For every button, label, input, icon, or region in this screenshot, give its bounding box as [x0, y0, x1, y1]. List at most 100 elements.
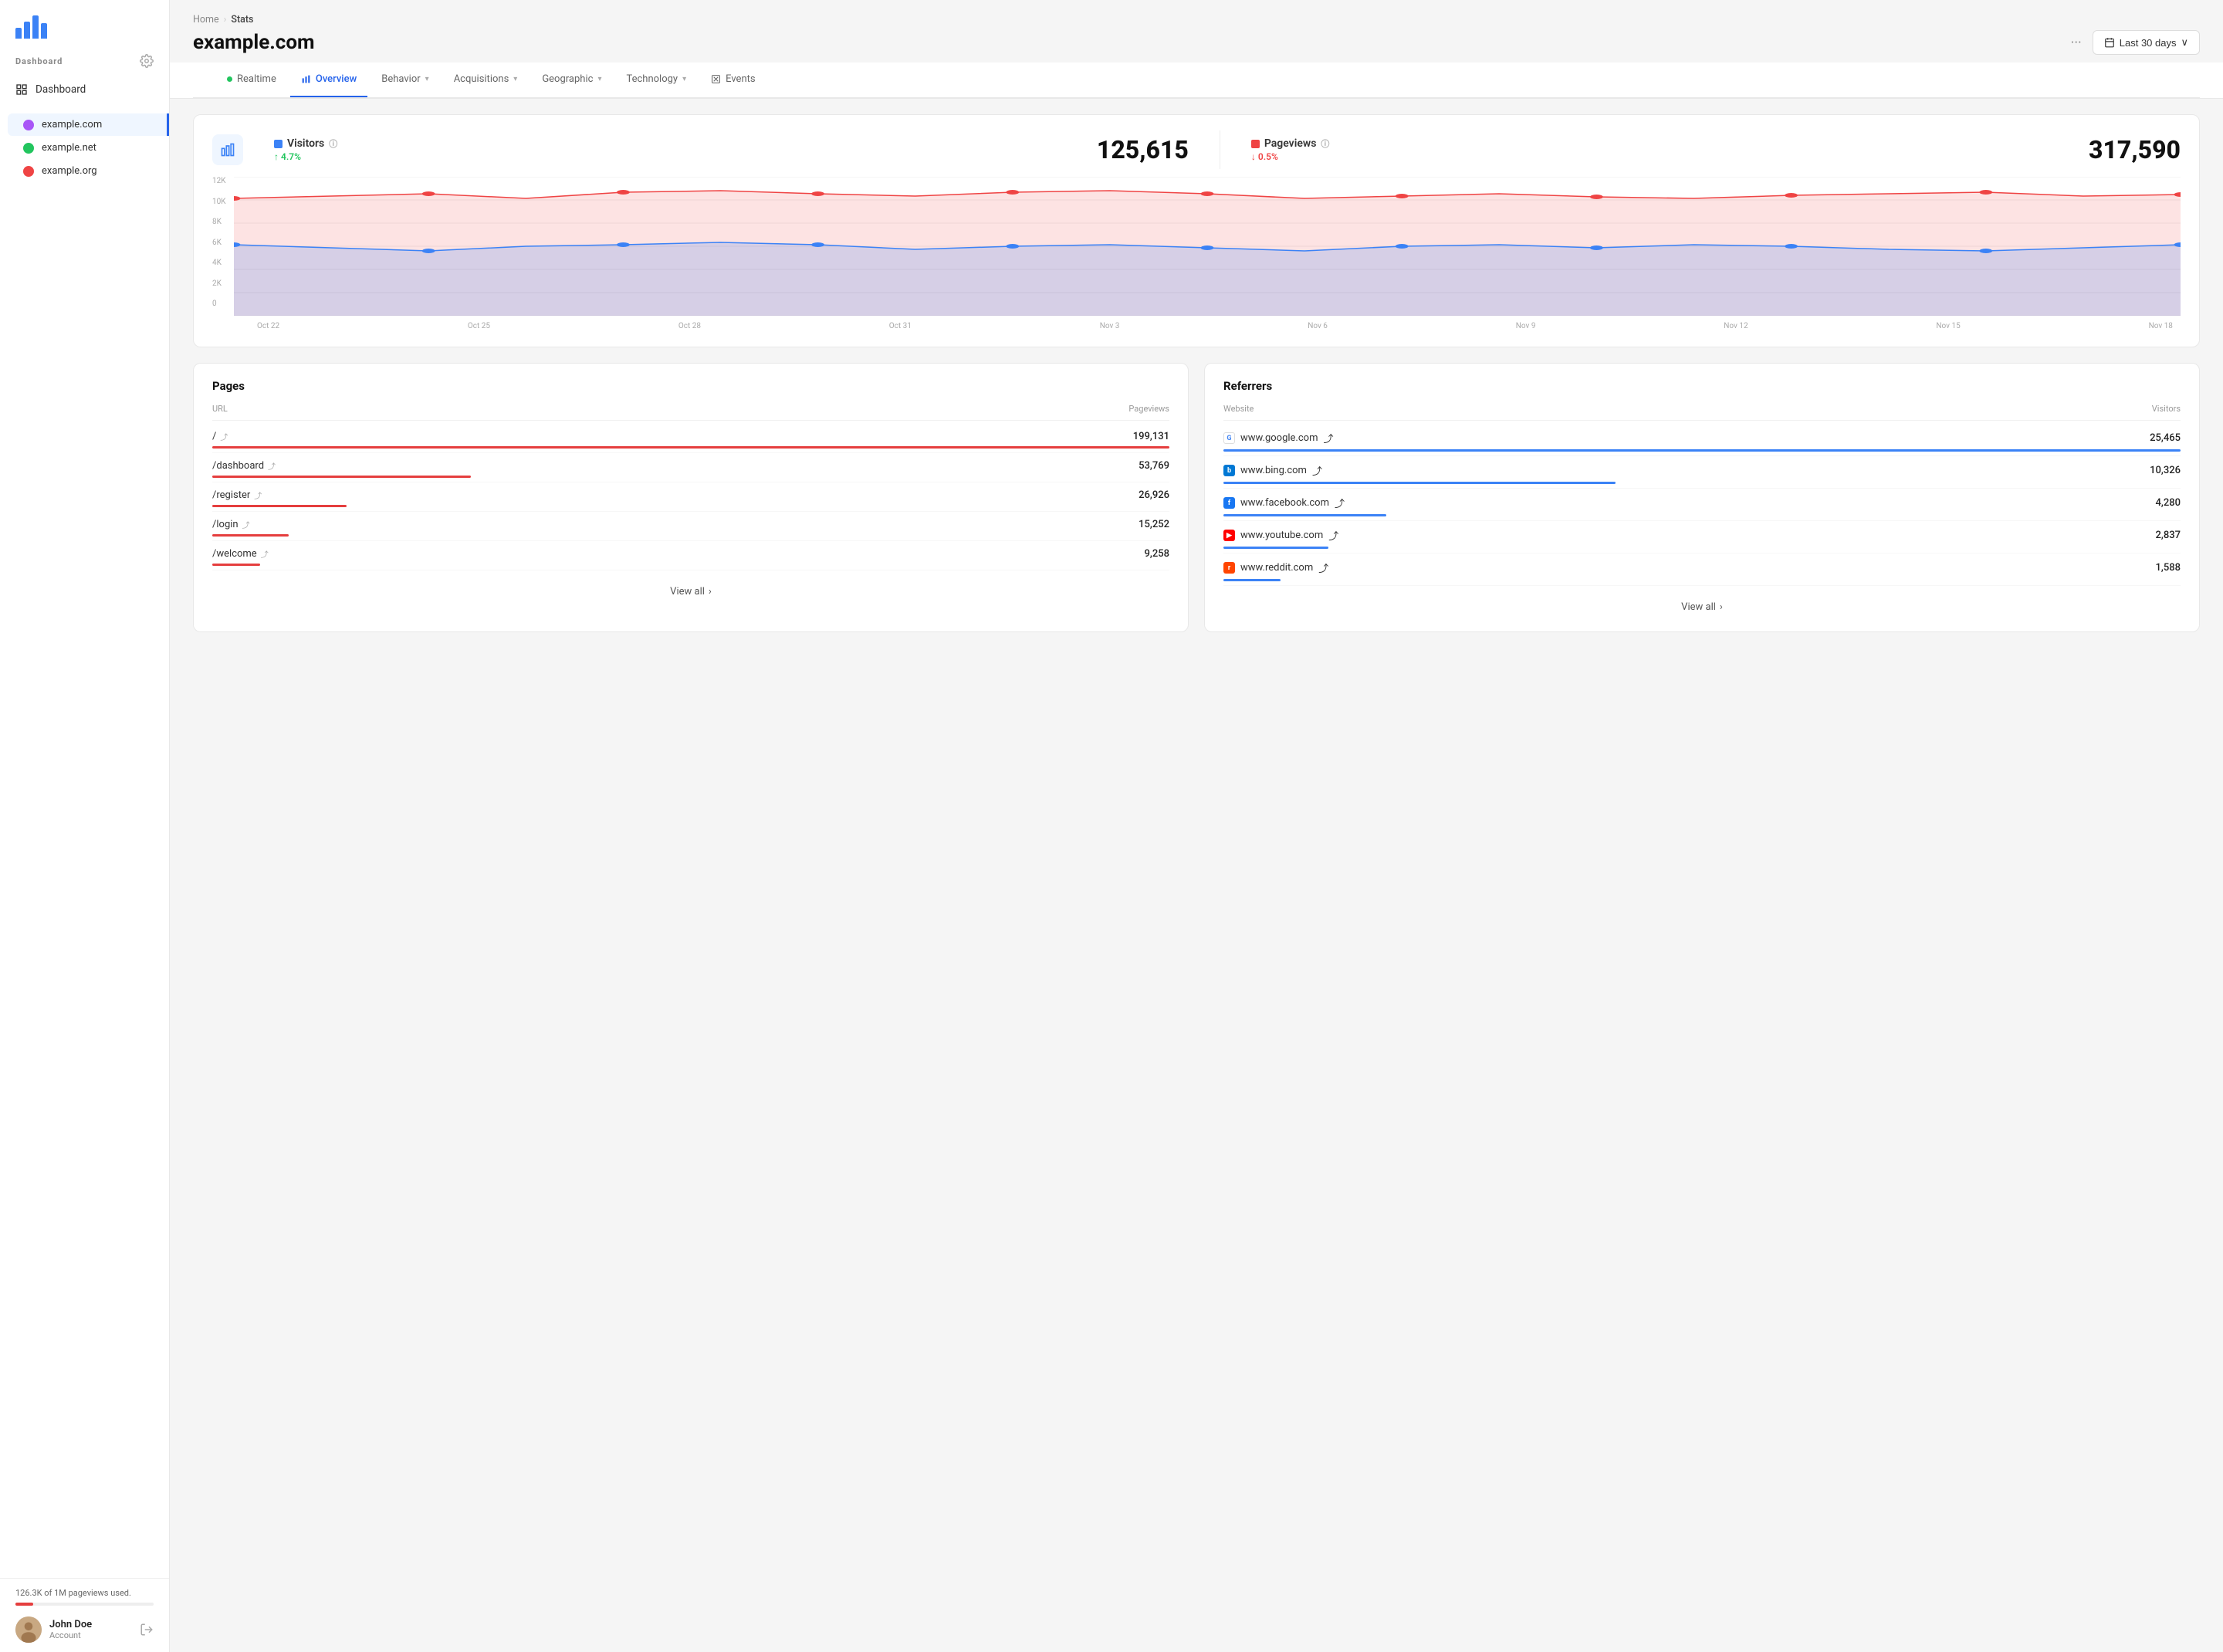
table-row: /welcome ⤴ 9,258: [212, 541, 1169, 570]
tab-events[interactable]: Events: [700, 63, 766, 97]
chart-x-label: Nov 12: [1724, 322, 1748, 330]
pages-view-all-btn[interactable]: View all ›: [670, 586, 712, 597]
ext-link-icon: ⤴: [1335, 496, 1345, 510]
visitors-info-icon[interactable]: ⓘ: [329, 137, 337, 150]
site-name: www.youtube.com: [1240, 530, 1323, 541]
pageviews-metric: Pageviews ⓘ ↓ 0.5%: [1251, 137, 1330, 162]
y-label-6k: 6K: [212, 239, 234, 247]
y-label-12k: 12K: [212, 177, 234, 185]
referrer-site[interactable]: ▶ www.youtube.com ⤴: [1223, 528, 1338, 543]
pageviews-label: Pageviews ⓘ: [1251, 137, 1330, 150]
sidebar-item-example-net[interactable]: example.net: [8, 137, 161, 159]
sidebar-item-example-org[interactable]: example.org: [8, 160, 161, 182]
realtime-dot: [227, 76, 232, 82]
site-list: example.com example.net example.org: [0, 113, 169, 182]
referrers-card: Referrers Website Visitors G www.google.…: [1204, 363, 2200, 632]
referrer-bar: [1223, 514, 1386, 516]
menu-header: Dashboard: [0, 46, 169, 74]
usage-text: 126.3K of 1M pageviews used.: [15, 1588, 154, 1598]
page-value: 26,926: [1139, 489, 1169, 501]
referrers-view-all-btn[interactable]: View all ›: [1681, 601, 1723, 613]
pages-col-url: URL: [212, 404, 228, 414]
user-profile[interactable]: John Doe Account: [15, 1616, 154, 1643]
settings-icon[interactable]: [140, 54, 154, 68]
referrer-site[interactable]: G www.google.com ⤴: [1223, 431, 1334, 445]
site-name: www.reddit.com: [1240, 562, 1313, 574]
pageviews-change: ↓ 0.5%: [1251, 151, 1330, 162]
page-url[interactable]: /register ⤴: [212, 489, 262, 501]
data-row-top: /login ⤴ 15,252: [212, 519, 1169, 530]
page-bar: [212, 476, 471, 478]
url-text: /register: [212, 489, 250, 501]
tab-label: Overview: [316, 73, 357, 85]
tab-label: Realtime: [237, 73, 276, 85]
visitors-label-text: Visitors: [287, 137, 324, 150]
page-value: 9,258: [1145, 548, 1169, 560]
page-url[interactable]: / ⤴: [212, 431, 228, 442]
pages-view-all-arrow: ›: [709, 586, 712, 597]
user-role: Account: [49, 1630, 132, 1640]
ext-link-icon: ⤴: [220, 431, 228, 442]
tabs-container: Realtime Overview Behavior▾Acquisitions▾Ge…: [170, 63, 2223, 99]
page-value: 199,131: [1133, 431, 1169, 442]
tab-chevron: ▾: [597, 75, 601, 83]
date-range-button[interactable]: Last 30 days ∨: [2093, 30, 2200, 55]
chart-x-label: Oct 28: [678, 322, 701, 330]
dashboard-label: Dashboard: [36, 83, 86, 96]
date-range-label: Last 30 days: [2120, 37, 2177, 49]
ext-link-icon: ⤴: [1312, 463, 1322, 478]
site-name: www.facebook.com: [1240, 497, 1329, 509]
sidebar-item-dashboard[interactable]: Dashboard: [8, 77, 161, 102]
y-label-8k: 8K: [212, 218, 234, 226]
content-area: Visitors ⓘ ↑ 4.7% 125,615 Pageviews ⓘ: [170, 99, 2223, 648]
referrer-site[interactable]: b www.bing.com ⤴: [1223, 463, 1322, 478]
tab-technology[interactable]: Technology▾: [615, 63, 697, 97]
more-options-button[interactable]: ···: [2071, 35, 2082, 51]
favicon-bing: b: [1223, 465, 1235, 476]
table-row: /login ⤴ 15,252: [212, 512, 1169, 541]
referrers-col-site: Website: [1223, 404, 1254, 414]
user-info: John Doe Account: [49, 1619, 132, 1640]
stats-card: Visitors ⓘ ↑ 4.7% 125,615 Pageviews ⓘ: [193, 114, 2200, 347]
referrer-value: 1,588: [2156, 562, 2181, 574]
tab-overview[interactable]: Overview: [290, 63, 367, 97]
ext-link-icon: ⤴: [1323, 431, 1333, 445]
usage-bar: [15, 1603, 154, 1606]
pageviews-down-arrow: ↓: [1251, 151, 1256, 162]
tab-geographic[interactable]: Geographic▾: [531, 63, 612, 97]
tab-acquisitions[interactable]: Acquisitions▾: [443, 63, 529, 97]
referrer-site[interactable]: r www.reddit.com ⤴: [1223, 560, 1328, 575]
visitors-metric: Visitors ⓘ ↑ 4.7%: [274, 137, 337, 162]
referrer-site[interactable]: f www.facebook.com ⤴: [1223, 496, 1345, 510]
events-icon: [711, 74, 721, 84]
menu-label: Dashboard: [15, 56, 63, 66]
table-row: ▶ www.youtube.com ⤴ 2,837: [1223, 521, 2181, 553]
chart-wrap: 12K 10K 8K 6K 4K 2K 0: [212, 177, 2181, 331]
tab-chevron: ▾: [682, 75, 686, 83]
chart-x-label: Nov 6: [1308, 322, 1328, 330]
page-url[interactable]: /login ⤴: [212, 519, 250, 530]
referrers-view-all-row: View all ›: [1223, 586, 2181, 616]
data-row-top: ▶ www.youtube.com ⤴ 2,837: [1223, 528, 2181, 543]
site-label: example.org: [42, 165, 97, 177]
pages-table-header: URL Pageviews: [212, 404, 1169, 421]
sidebar-item-example-com[interactable]: example.com: [8, 113, 169, 136]
chart-x-label: Oct 25: [468, 322, 490, 330]
table-row: /register ⤴ 26,926: [212, 482, 1169, 512]
favicon-youtube: ▶: [1223, 530, 1235, 541]
breadcrumb-home[interactable]: Home: [193, 14, 219, 25]
logout-icon[interactable]: [140, 1623, 154, 1637]
page-url[interactable]: /dashboard ⤴: [212, 460, 276, 472]
chart-x-label: Nov 15: [1936, 322, 1960, 330]
referrer-bar: [1223, 579, 1281, 581]
pageviews-value: 317,590: [2089, 135, 2181, 164]
referrer-value: 25,465: [2150, 432, 2181, 444]
chart-x-label: Oct 22: [257, 322, 279, 330]
visitors-color-dot: [274, 140, 283, 148]
referrers-view-all-label: View all: [1681, 601, 1716, 613]
tab-realtime[interactable]: Realtime: [216, 63, 287, 97]
page-url[interactable]: /welcome ⤴: [212, 548, 269, 560]
table-row: r www.reddit.com ⤴ 1,588: [1223, 553, 2181, 586]
pageviews-info-icon[interactable]: ⓘ: [1321, 137, 1329, 150]
tab-behavior[interactable]: Behavior▾: [370, 63, 439, 97]
